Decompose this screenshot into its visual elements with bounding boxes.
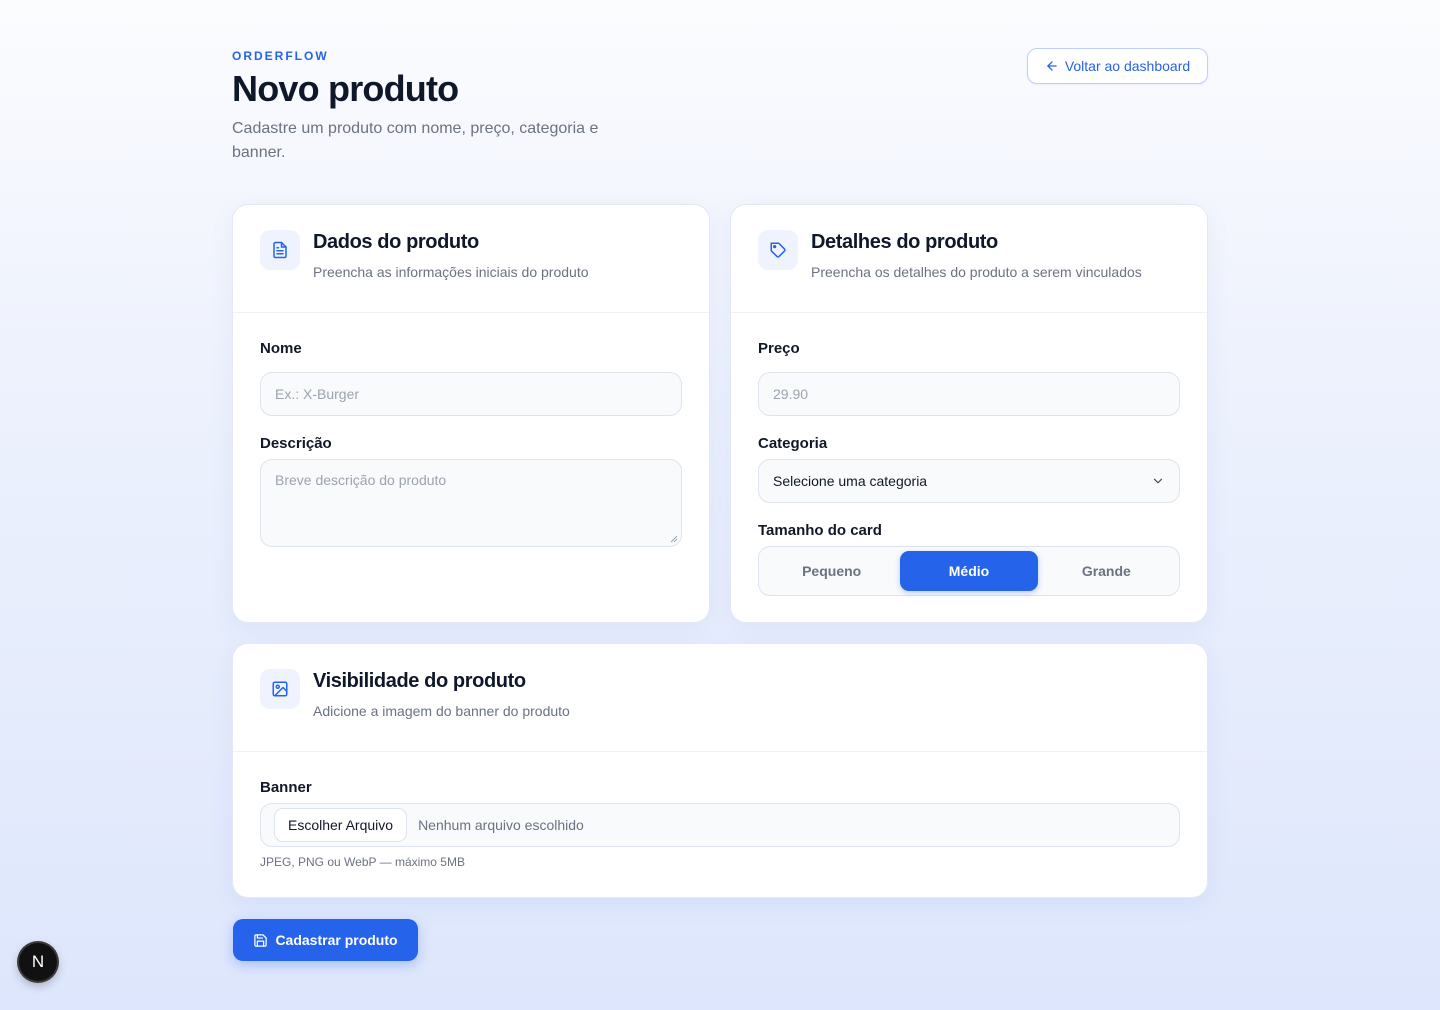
price-placeholder: 29.90 bbox=[773, 386, 809, 402]
choose-file-button[interactable]: Escolher Arquivo bbox=[274, 808, 408, 842]
name-label: Nome bbox=[260, 340, 302, 357]
brand-label: ORDERFLOW bbox=[232, 49, 329, 63]
card-header: Visibilidade do produto Adicione a image… bbox=[233, 644, 1207, 752]
size-option-small[interactable]: Pequeno bbox=[763, 551, 900, 591]
image-icon bbox=[272, 681, 288, 697]
card-header: Detalhes do produto Preencha os detalhes… bbox=[731, 205, 1207, 313]
name-input[interactable]: Ex.: X-Burger bbox=[260, 372, 682, 416]
card-icon-wrap bbox=[260, 230, 300, 270]
price-input[interactable]: 29.90 bbox=[758, 372, 1180, 416]
card-title: Dados do produto bbox=[313, 231, 479, 253]
dev-tools-badge[interactable]: N bbox=[19, 943, 57, 981]
arrow-left-icon bbox=[1047, 61, 1057, 71]
card-title: Detalhes do produto bbox=[811, 231, 998, 253]
visibility-card: Visibilidade do produto Adicione a image… bbox=[232, 643, 1208, 898]
page-subtitle: Cadastre um produto com nome, preço, cat… bbox=[232, 120, 599, 161]
card-header: Dados do produto Preencha as informações… bbox=[233, 205, 709, 313]
document-icon bbox=[273, 241, 287, 259]
size-option-large[interactable]: Grande bbox=[1038, 551, 1175, 591]
size-label: Tamanho do card bbox=[758, 522, 882, 539]
page-title: Novo produto bbox=[232, 68, 459, 109]
card-icon-wrap bbox=[758, 230, 798, 270]
card-title: Visibilidade do produto bbox=[313, 670, 526, 692]
file-status-text: Nenhum arquivo escolhido bbox=[418, 817, 584, 833]
category-select[interactable]: Selecione uma categoria bbox=[758, 459, 1180, 503]
card-description: Preencha os detalhes do produto a serem … bbox=[811, 264, 1142, 280]
dev-badge-letter: N bbox=[31, 952, 45, 971]
category-label: Categoria bbox=[758, 435, 828, 452]
size-option-medium[interactable]: Médio bbox=[900, 551, 1038, 591]
chevron-down-icon bbox=[1153, 478, 1163, 484]
save-icon bbox=[254, 933, 268, 947]
banner-label: Banner bbox=[260, 779, 312, 796]
submit-product-button[interactable]: Cadastrar produto bbox=[233, 919, 418, 961]
banner-file-input[interactable]: Escolher Arquivo Nenhum arquivo escolhid… bbox=[260, 803, 1180, 847]
size-segmented-control: Pequeno Médio Grande bbox=[758, 546, 1180, 596]
name-placeholder: Ex.: X-Burger bbox=[275, 386, 360, 402]
submit-button-label: Cadastrar produto bbox=[275, 932, 398, 948]
price-label: Preço bbox=[758, 340, 800, 357]
tag-icon bbox=[770, 242, 786, 258]
card-description: Adicione a imagem do banner do produto bbox=[313, 703, 570, 719]
category-selected-value: Selecione uma categoria bbox=[773, 473, 928, 489]
file-hint: JPEG, PNG ou WebP — máximo 5MB bbox=[260, 855, 465, 869]
back-button-label: Voltar ao dashboard bbox=[1064, 58, 1191, 74]
card-description: Preencha as informações iniciais do prod… bbox=[313, 264, 589, 280]
description-textarea[interactable]: Breve descrição do produto bbox=[260, 459, 682, 547]
card-icon-wrap bbox=[260, 669, 300, 709]
product-details-card: Detalhes do produto Preencha os detalhes… bbox=[730, 204, 1208, 623]
product-data-card: Dados do produto Preencha as informações… bbox=[232, 204, 710, 623]
description-placeholder: Breve descrição do produto bbox=[275, 472, 447, 488]
description-label: Descrição bbox=[260, 435, 332, 452]
back-to-dashboard-button[interactable]: Voltar ao dashboard bbox=[1027, 48, 1208, 84]
resize-grip-icon[interactable] bbox=[670, 535, 678, 543]
